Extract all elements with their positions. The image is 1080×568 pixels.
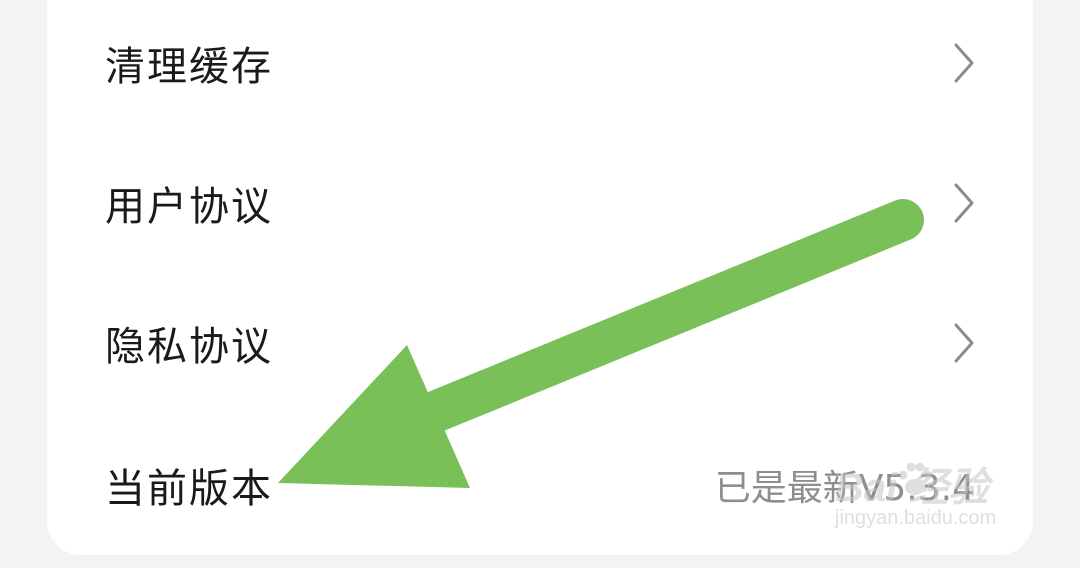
current-version-label: 当前版本: [105, 466, 273, 512]
version-status-value: 已是最新V5.3.4: [714, 468, 975, 509]
user-agreement-item[interactable]: 用户协议: [47, 143, 1033, 263]
clear-cache-label: 清理缓存: [105, 44, 273, 90]
chevron-right-icon: [954, 43, 974, 83]
privacy-agreement-label: 隐私协议: [105, 324, 273, 370]
chevron-right-icon: [954, 323, 974, 363]
user-agreement-label: 用户协议: [105, 184, 273, 230]
current-version-item[interactable]: 当前版本 已是最新V5.3.4: [47, 425, 1033, 545]
chevron-right-icon: [954, 183, 974, 223]
privacy-agreement-item[interactable]: 隐私协议: [47, 283, 1033, 403]
clear-cache-item[interactable]: 清理缓存: [47, 3, 1033, 123]
